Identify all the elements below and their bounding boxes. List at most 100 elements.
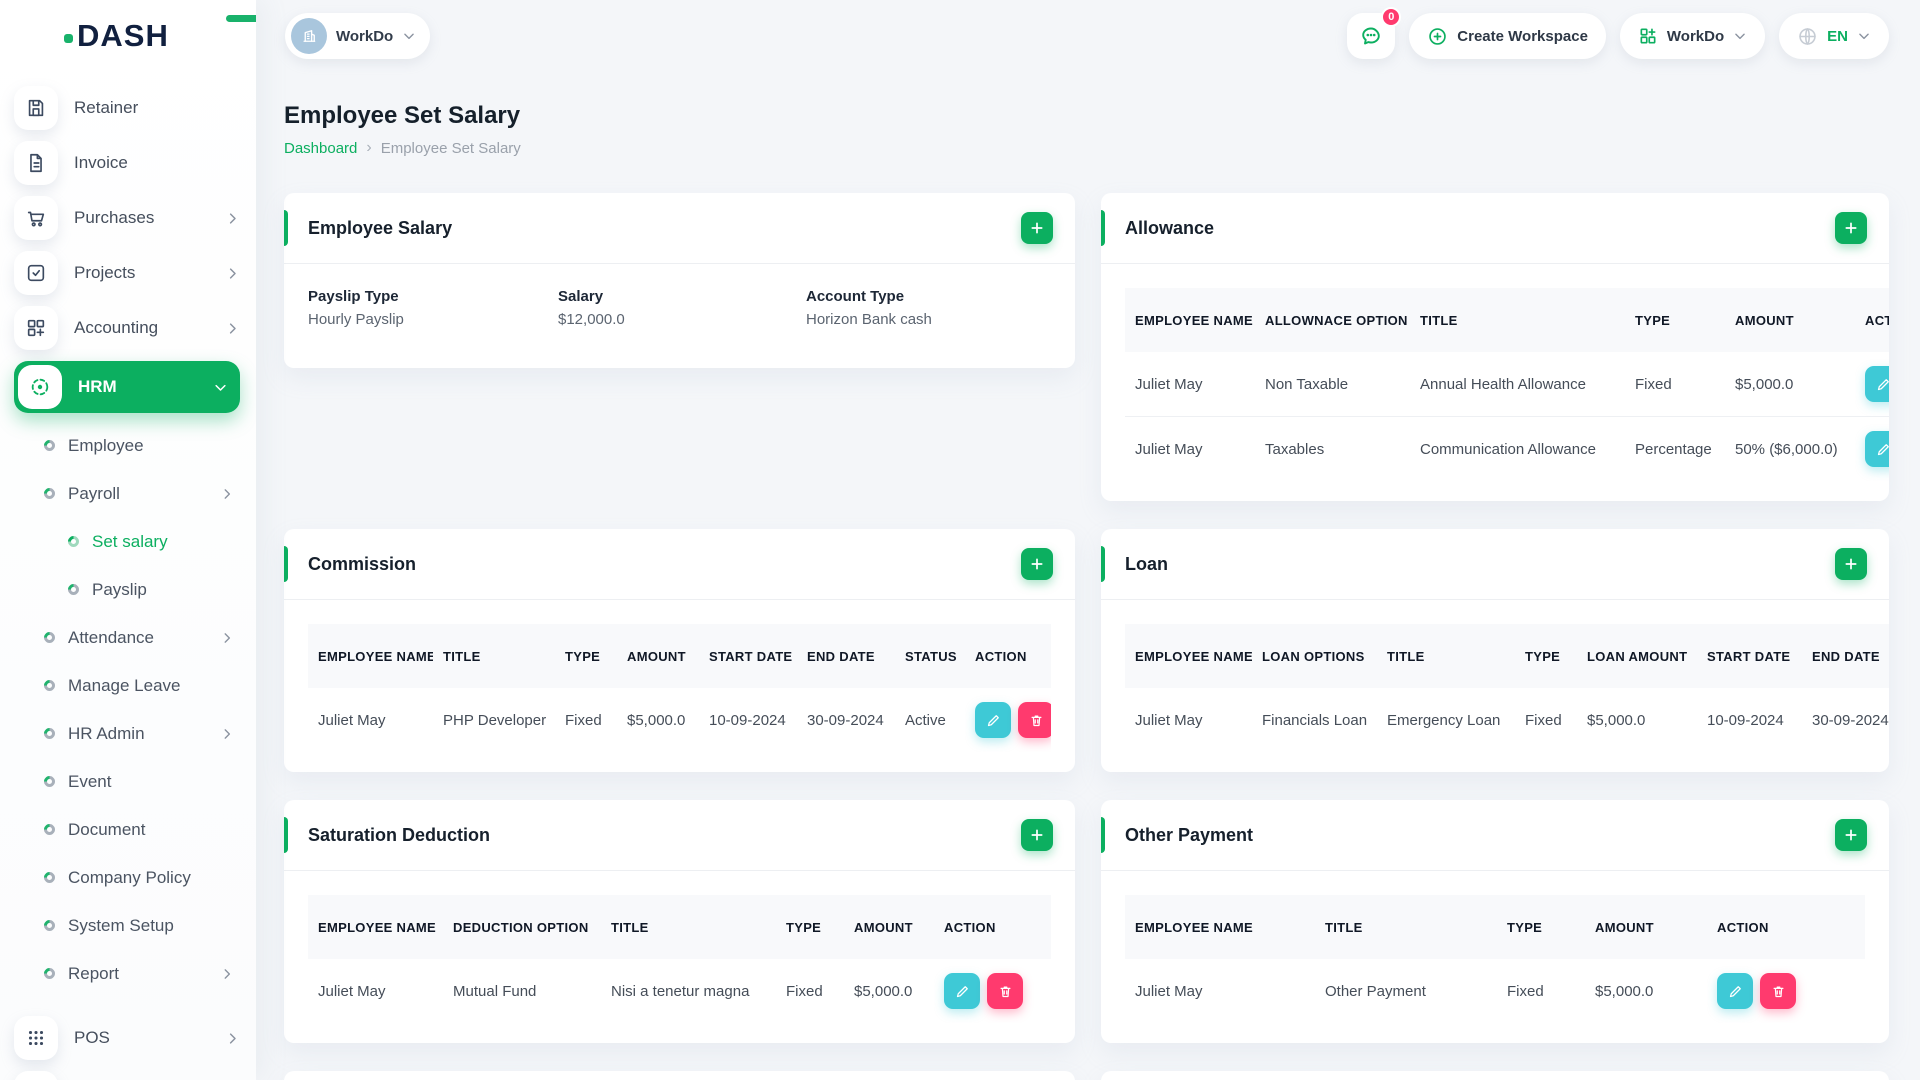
chevron-right-icon [225,321,240,336]
sidebar-item-accounting[interactable]: Accounting [14,306,240,350]
card-title: Employee Salary [308,217,453,238]
edit-button[interactable] [1865,366,1889,402]
pencil-icon [956,985,968,997]
edit-button[interactable] [975,702,1011,738]
company-contribution-card: Company Contribution [1101,1071,1889,1080]
workspace-chip[interactable]: WorkDo [285,13,431,59]
topbar: WorkDo 0 Create Workspace WorkDo EN [256,0,1920,72]
app-logo[interactable]: DASH [0,0,256,72]
plus-icon [1845,222,1857,234]
chevron-right-icon [225,1031,240,1046]
projects-check-square-icon [14,251,58,295]
cell-employee-name: Juliet May [318,711,386,729]
saturation-deduction-table: EMPLOYEE NAME DEDUCTION OPTION TITLE TYP… [308,895,1051,1023]
allowance-table: EMPLOYEE NAME ALLOWNACE OPTION TITLE TYP… [1125,288,1889,481]
add-saturation-deduction-button[interactable] [1021,819,1053,851]
table-row: Juliet May Mutual Fund Nisi a tenetur ma… [308,959,1051,1023]
table-row: Juliet May PHP Developer Fixed $5,000.0 … [308,688,1051,752]
table-header-row: EMPLOYEE NAME TITLE TYPE AMOUNT ACTION [1125,895,1865,959]
trash-icon [1031,715,1041,726]
sidebar-item-projects[interactable]: Projects [14,251,240,295]
add-loan-button[interactable] [1835,548,1867,580]
create-workspace-button[interactable]: Create Workspace [1409,13,1606,59]
chevron-down-icon [1857,29,1871,43]
sidebar-item-manage-leave[interactable]: Manage Leave [41,670,234,701]
sidebar-item-document[interactable]: Document [41,814,234,845]
bullet-icon [41,485,58,502]
payslip-type-field: Payslip Type Hourly Payslip [308,288,404,328]
page-title: Employee Set Salary [284,102,521,129]
add-other-payment-button[interactable] [1835,819,1867,851]
delete-button[interactable] [987,973,1023,1009]
chevron-right-icon [225,211,240,226]
language-selector[interactable]: EN [1779,13,1889,59]
plus-icon [1031,829,1043,841]
chevron-down-icon [1733,29,1747,43]
delete-button[interactable] [1018,702,1051,738]
pencil-icon [1877,443,1889,455]
edit-button[interactable] [1717,973,1753,1009]
trash-icon [1773,986,1783,997]
breadcrumb-separator: › [366,139,372,156]
sidebar-item-company-policy[interactable]: Company Policy [41,862,234,893]
status-value: Active [905,711,946,729]
other-payment-card: Other Payment EMPLOYEE NAME TITLE TYPE A… [1101,800,1889,1043]
sidebar-item-set-salary[interactable]: Set salary [65,526,234,557]
bullet-icon [41,821,58,838]
sidebar-item-hr-admin[interactable]: HR Admin [41,718,234,749]
plus-icon [1845,558,1857,570]
sidebar-nav: Retainer Invoice Purchases Projects Acco… [0,72,256,1080]
sidebar-item-purchases[interactable]: Purchases [14,196,240,240]
workspace-menu-button[interactable]: WorkDo [1619,13,1766,59]
edit-button[interactable] [944,973,980,1009]
delete-button[interactable] [1760,973,1796,1009]
add-commission-button[interactable] [1021,548,1053,580]
sidebar-item-pos[interactable]: POS [14,1016,240,1060]
add-salary-button[interactable] [1021,212,1053,244]
table-row: Juliet May Other Payment Fixed $5,000.0 [1125,959,1865,1023]
card-title: Loan [1125,553,1168,574]
bullet-icon [65,533,82,550]
chevron-right-icon [220,727,234,741]
account-type-field: Account Type Horizon Bank cash [806,288,932,328]
sidebar-item-invoice[interactable]: Invoice [14,141,240,185]
bullet-icon [41,629,58,646]
edit-button[interactable] [1865,431,1889,467]
add-allowance-button[interactable] [1835,212,1867,244]
sidebar-item-retainer[interactable]: Retainer [14,86,240,130]
card-title: Commission [308,553,417,574]
main-content: Employee Set Salary Dashboard › Employee… [256,72,1920,1080]
workspace-avatar-building-icon [291,18,327,54]
sidebar-item-crm[interactable]: CRM [14,1071,240,1080]
purchases-cart-icon [14,196,58,240]
sidebar-item-event[interactable]: Event [41,766,234,797]
plus-icon [1031,222,1043,234]
sidebar-item-report[interactable]: Report [41,958,234,989]
messages-count-badge: 0 [1381,7,1402,27]
retainer-save-icon [14,86,58,130]
breadcrumb: Dashboard › Employee Set Salary [284,139,1889,157]
table-row: Juliet May Non Taxable Annual Health All… [1125,352,1889,417]
table-header-row: EMPLOYEE NAME TITLE TYPE AMOUNT START DA… [308,624,1051,688]
sidebar-item-payroll[interactable]: Payroll [41,478,234,509]
sidebar-item-hrm[interactable]: HRM [14,361,240,413]
logo-text: DASH [77,18,169,53]
sidebar-item-system-setup[interactable]: System Setup [41,910,234,941]
workspace-grid-icon [1640,28,1656,44]
salary-field: Salary $12,000.0 [558,288,625,328]
cell-employee-name: Juliet May [1135,982,1203,1000]
allowance-card: Allowance EMPLOYEE NAME ALLOWNACE OPTION… [1101,193,1889,501]
bullet-icon [41,437,58,454]
plus-icon [1845,829,1857,841]
sidebar-item-attendance[interactable]: Attendance [41,622,234,653]
table-header-row: EMPLOYEE NAME DEDUCTION OPTION TITLE TYP… [308,895,1051,959]
pencil-icon [1877,378,1889,390]
cell-employee-name: Juliet May [318,982,386,1000]
messages-button[interactable]: 0 [1347,7,1402,59]
card-title: Other Payment [1125,824,1254,845]
sidebar-item-payslip[interactable]: Payslip [65,574,234,605]
salary-fields: Payslip Type Hourly Payslip Salary $12,0… [284,264,1075,368]
sidebar-item-employee[interactable]: Employee [41,430,234,461]
saturation-deduction-card: Saturation Deduction EMPLOYEE NAME DEDUC… [284,800,1075,1043]
breadcrumb-dashboard-link[interactable]: Dashboard [284,140,357,157]
